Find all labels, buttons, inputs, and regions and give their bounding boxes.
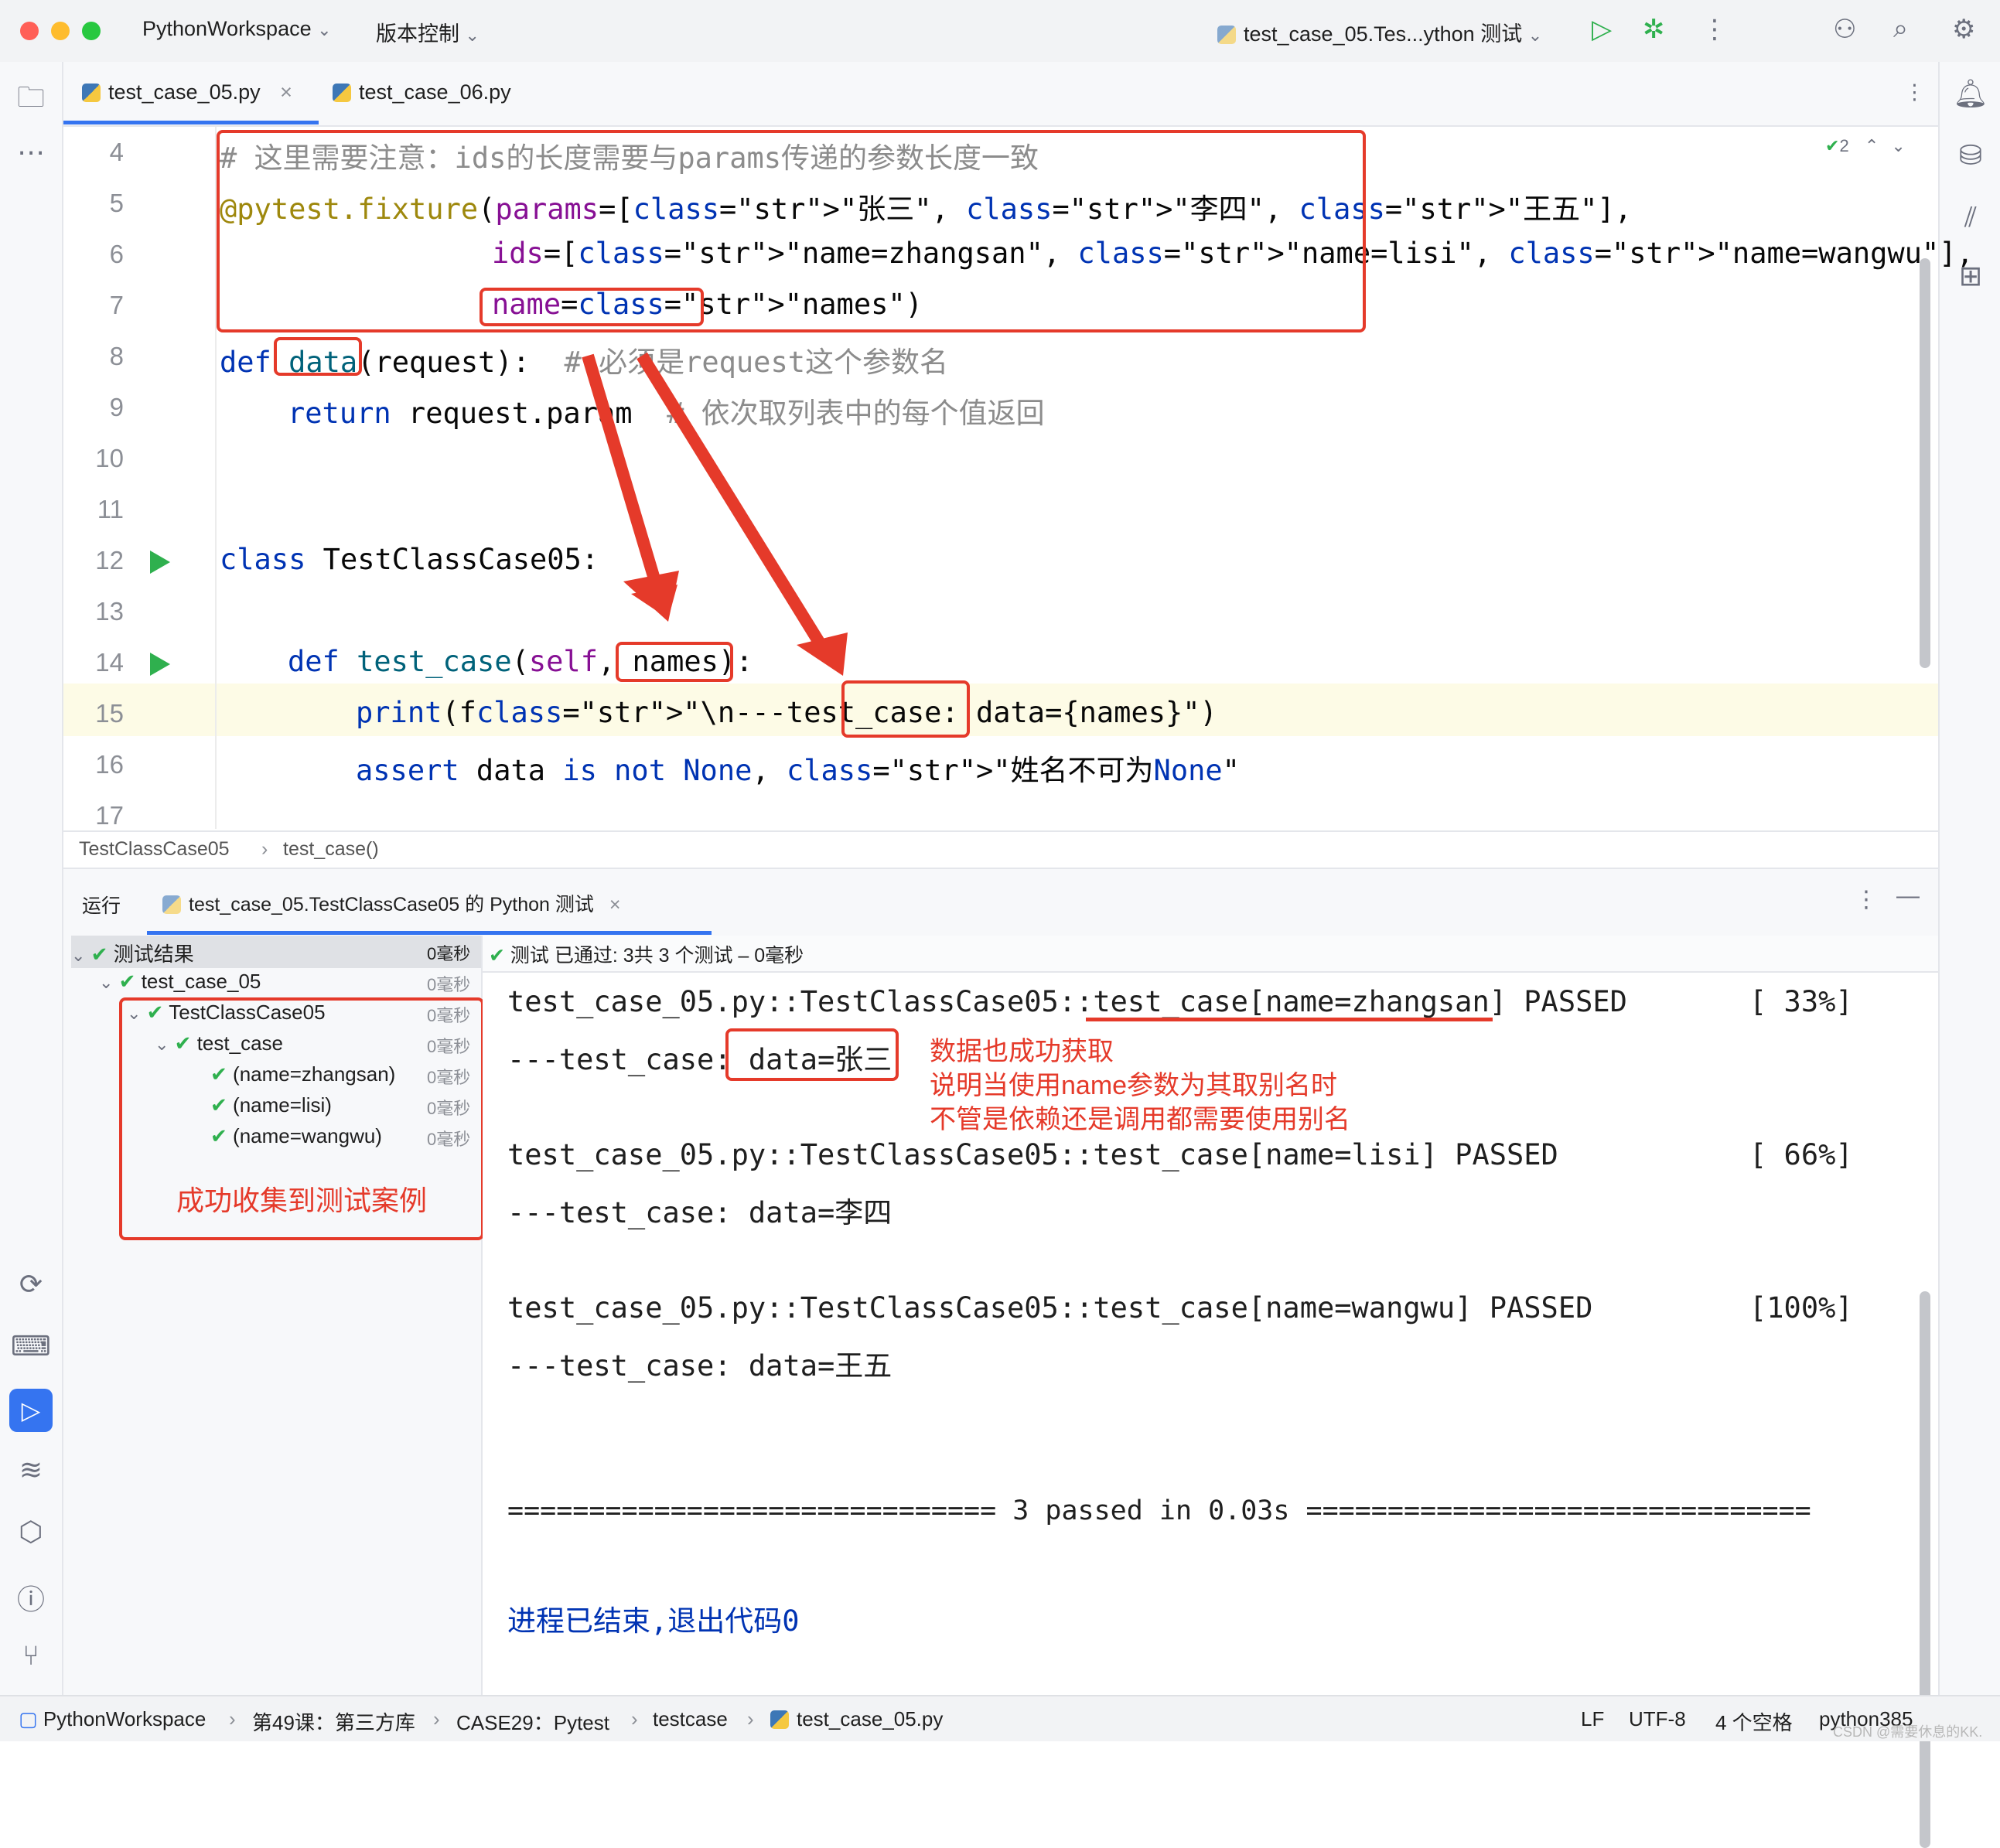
- tree-annotation: 成功收集到测试案例: [176, 1185, 428, 1216]
- status-path-file[interactable]: test_case_05.py: [770, 1707, 943, 1731]
- status-path-project[interactable]: ▢ PythonWorkspace: [19, 1707, 206, 1731]
- run-tab-indicator: [147, 931, 712, 935]
- tree-row-module[interactable]: ⌄ ✔ test_case_05: [99, 970, 261, 994]
- breadcrumb-method[interactable]: test_case(): [283, 838, 379, 861]
- console-scrollbar[interactable]: [1920, 1291, 1930, 1848]
- console-line: test_case_05.py::TestClassCase05::test_c…: [507, 1138, 1558, 1171]
- status-path-folder[interactable]: testcase: [653, 1707, 728, 1731]
- status-path-lesson[interactable]: 第49课：第三方库: [252, 1707, 415, 1736]
- arrow-to-names-arg: [582, 353, 664, 592]
- indent-setting[interactable]: 4 个空格: [1715, 1707, 1793, 1736]
- test-summary: ✔ 测试 已通过: 3共 3 个测试 – 0毫秒: [489, 945, 804, 967]
- arrow-head: [797, 632, 848, 676]
- console-line: ---test_case: data=李四: [507, 1196, 892, 1229]
- watermark: CSDN @需要休息的KK.: [1833, 1724, 1983, 1740]
- test-name-underline: [1086, 1018, 1493, 1021]
- line-separator[interactable]: LF: [1581, 1707, 1604, 1731]
- tree-time: 0毫秒: [427, 944, 471, 963]
- console-line: ---test_case: data=王五: [507, 1349, 892, 1383]
- arrow-head: [623, 571, 679, 622]
- run-options-icon[interactable]: ⋮: [1855, 886, 1878, 913]
- python-file-icon: [770, 1710, 789, 1729]
- progress-percent: [ 33%]: [1749, 985, 1853, 1018]
- progress-percent: [ 66%]: [1749, 1138, 1853, 1171]
- run-panel-header: 运行 test_case_05.TestClassCase05 的 Python…: [63, 868, 1938, 937]
- run-panel-label: 运行: [82, 895, 121, 917]
- tree-time: 0毫秒: [427, 975, 471, 994]
- process-exit-line: 进程已结束,退出代码0: [507, 1604, 800, 1638]
- console-annotation: 数据也成功获取 说明当使用name参数为其取别名时 不管是依赖还是调用都需要使用…: [930, 1037, 1350, 1134]
- status-bar: ▢ PythonWorkspace › 第49课：第三方库 › CASE29：P…: [0, 1695, 2000, 1741]
- console-line: test_case_05.py::TestClassCase05::test_c…: [507, 985, 1627, 1018]
- minimize-panel-icon[interactable]: —: [1896, 883, 1920, 909]
- console-line: test_case_05.py::TestClassCase05::test_c…: [507, 1291, 1593, 1325]
- run-tab[interactable]: test_case_05.TestClassCase05 的 Python 测试…: [162, 889, 620, 917]
- file-encoding[interactable]: UTF-8: [1629, 1707, 1686, 1731]
- progress-percent: [100%]: [1749, 1291, 1853, 1325]
- breadcrumb-class[interactable]: TestClassCase05: [79, 838, 230, 861]
- data-value-highlight-box: [725, 1028, 899, 1081]
- editor-breadcrumb: TestClassCase05 › test_case(): [63, 830, 1938, 868]
- console-line: ============================== 3 passed …: [507, 1495, 1811, 1526]
- tree-row-results[interactable]: ⌄ ✔ 测试结果: [71, 939, 194, 967]
- status-path-case[interactable]: CASE29：Pytest: [456, 1707, 609, 1736]
